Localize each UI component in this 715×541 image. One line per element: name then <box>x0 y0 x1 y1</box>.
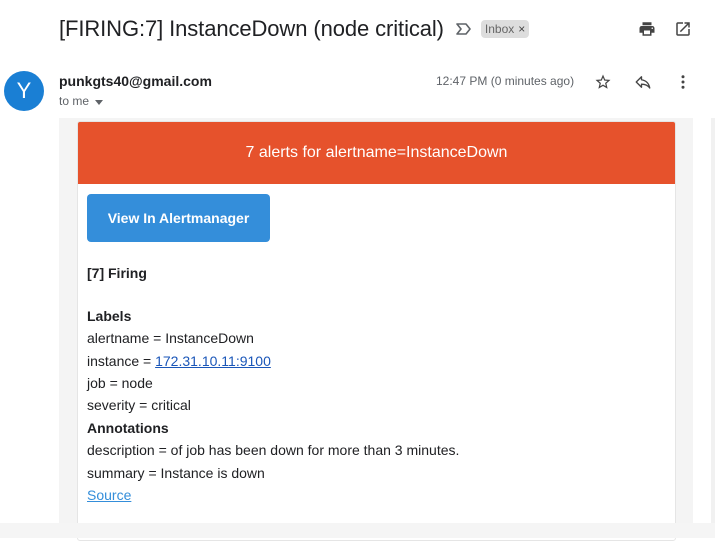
star-icon[interactable] <box>592 71 614 93</box>
chevron-down-icon <box>95 94 104 108</box>
sender-email[interactable]: punkgts40@gmail.com <box>59 73 212 89</box>
label-job: job = node <box>87 375 153 391</box>
avatar-letter: Y <box>16 78 32 103</box>
importance-marker-icon[interactable] <box>455 20 473 38</box>
firing-count: [7] Firing <box>87 265 147 281</box>
source-link[interactable]: Source <box>87 487 131 503</box>
remove-label-button[interactable]: × <box>518 20 525 38</box>
label-instance-prefix: instance = <box>87 353 156 369</box>
label-instance: instance = 172.31.10.11:9100 <box>87 353 271 369</box>
annotations-heading: Annotations <box>87 420 169 436</box>
labels-heading: Labels <box>87 308 132 324</box>
annotation-summary: summary = Instance is down <box>87 465 265 481</box>
scrollbar[interactable] <box>711 118 715 538</box>
subject-row: [FIRING:7] InstanceDown (node critical) … <box>59 13 530 45</box>
inbox-label-text: Inbox <box>484 22 515 36</box>
bottom-strip <box>0 523 715 538</box>
recipients-text: to me <box>59 94 90 108</box>
reply-icon[interactable] <box>632 71 654 93</box>
alert-header: 7 alerts for alertname=InstanceDown <box>78 122 675 184</box>
print-icon[interactable] <box>636 18 658 40</box>
label-alertname: alertname = InstanceDown <box>87 330 254 346</box>
email-subject: [FIRING:7] InstanceDown (node critical) <box>59 16 444 41</box>
recipients-toggle[interactable]: to me <box>59 94 104 108</box>
label-severity: severity = critical <box>87 397 191 413</box>
message-time: 12:47 PM (0 minutes ago) <box>436 74 575 88</box>
instance-link[interactable]: 172.31.10.11:9100 <box>155 353 271 369</box>
open-in-new-window-icon[interactable] <box>672 18 694 40</box>
view-in-alertmanager-button[interactable]: View In Alertmanager <box>87 194 270 242</box>
annotation-description: description = of job has been down for m… <box>87 442 460 458</box>
inbox-label-chip[interactable]: Inbox × <box>480 20 530 38</box>
avatar[interactable]: Y <box>4 71 44 111</box>
alert-card: 7 alerts for alertname=InstanceDown View… <box>77 121 676 541</box>
more-vertical-icon[interactable] <box>672 71 694 93</box>
alert-header-text: 7 alerts for alertname=InstanceDown <box>245 144 508 161</box>
